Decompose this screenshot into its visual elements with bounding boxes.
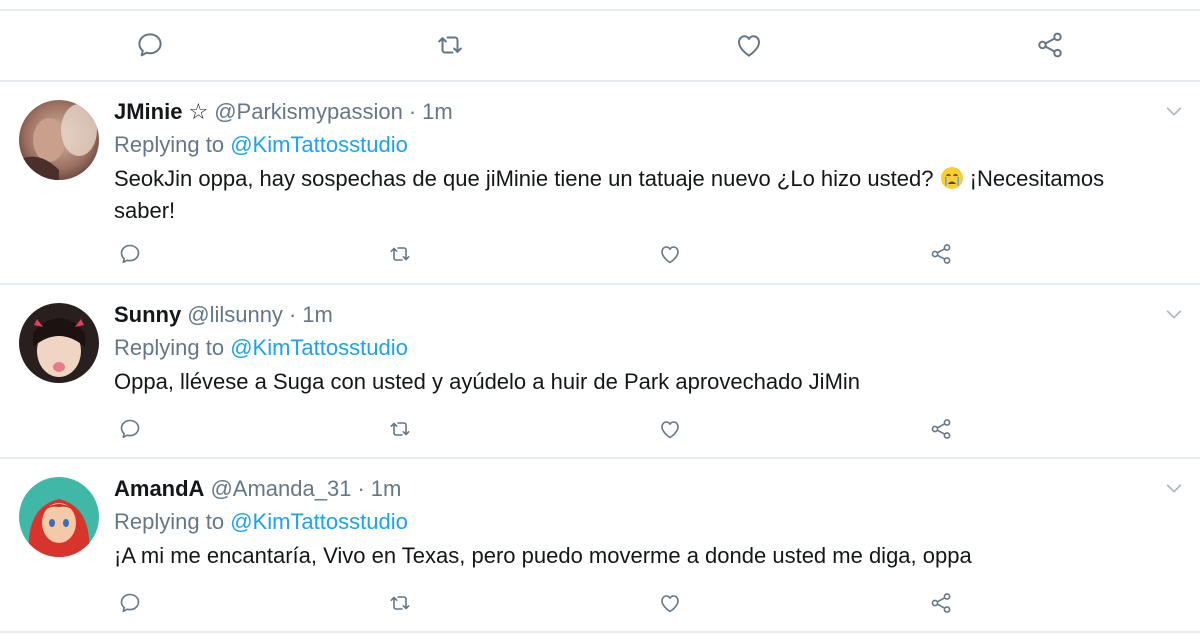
user-handle[interactable]: @lilsunny <box>187 302 283 327</box>
tweet-header: JMinie ☆ @Parkismypassion · 1m <box>114 98 453 126</box>
like-button[interactable] <box>656 415 684 443</box>
retweet-icon <box>438 36 462 54</box>
user-handle[interactable]: @Amanda_31 <box>210 476 351 501</box>
timestamp[interactable]: 1m <box>422 99 453 124</box>
timestamp[interactable]: 1m <box>371 476 402 501</box>
timestamp[interactable]: 1m <box>302 302 333 327</box>
display-name[interactable]: Sunny <box>114 302 181 327</box>
reply-icon <box>120 244 140 264</box>
reply-icon <box>138 33 162 57</box>
retweet-button[interactable] <box>434 29 466 61</box>
retweet-icon <box>390 247 410 261</box>
share-button[interactable] <box>927 240 955 268</box>
replying-label: Replying to <box>114 509 225 534</box>
reply-button[interactable] <box>116 240 144 268</box>
tweet-text: Oppa, llévese a Suga con usted y ayúdelo… <box>114 369 861 394</box>
tweet: Sunny @lilsunny · 1m Replying to @KimTattos… <box>0 285 1200 457</box>
tweet: JMinie ☆ @Parkismypassion · 1m Replying to @… <box>0 82 1200 283</box>
chevron-down-icon[interactable] <box>1163 477 1185 499</box>
display-name[interactable]: JMinie <box>114 99 182 124</box>
tweet-header: Sunny @lilsunny · 1m <box>114 301 333 329</box>
replying-to-link[interactable]: @KimTattosstudio <box>230 132 408 157</box>
retweet-button[interactable] <box>386 415 414 443</box>
replying-to-link[interactable]: @KimTattosstudio <box>230 509 408 534</box>
retweet-button[interactable] <box>386 589 414 617</box>
crying-face-icon <box>940 167 963 189</box>
like-icon <box>661 595 679 613</box>
retweet-icon <box>390 422 410 436</box>
retweet-icon <box>390 596 410 610</box>
reply-icon <box>120 419 140 439</box>
like-button[interactable] <box>656 240 684 268</box>
share-icon <box>931 244 951 264</box>
retweet-button[interactable] <box>386 240 414 268</box>
tweet-text: ¡A mi me encantaría, Vivo en Texas, pero… <box>114 543 972 568</box>
chevron-down-icon[interactable] <box>1163 100 1185 122</box>
user-handle[interactable]: @Parkismypassion <box>214 99 403 124</box>
avatar[interactable] <box>19 303 99 383</box>
star-badge: ☆ <box>188 99 209 124</box>
replying-to: Replying to @KimTattosstudio <box>114 334 408 362</box>
separator: · <box>288 302 297 327</box>
share-button[interactable] <box>927 589 955 617</box>
replying-label: Replying to <box>114 132 225 157</box>
tweet-text-part: SeokJin oppa, hay sospechas de que jiMin… <box>114 166 940 191</box>
display-name[interactable]: AmandA <box>114 476 204 501</box>
reply-button[interactable] <box>134 29 166 61</box>
top-tweet-actions <box>0 11 1200 81</box>
tweet: AmandA @Amanda_31 · 1m Replying to @KimTatt… <box>0 459 1200 631</box>
share-icon <box>931 419 951 439</box>
reply-button[interactable] <box>116 589 144 617</box>
reply-icon <box>120 593 140 613</box>
share-button[interactable] <box>1034 29 1066 61</box>
replying-to: Replying to @KimTattosstudio <box>114 508 408 536</box>
reply-button[interactable] <box>116 415 144 443</box>
share-icon <box>931 593 951 613</box>
separator: · <box>357 476 365 501</box>
like-button[interactable] <box>656 589 684 617</box>
avatar[interactable] <box>19 100 99 180</box>
like-button[interactable] <box>733 29 765 61</box>
share-icon <box>1038 32 1062 58</box>
share-button[interactable] <box>927 415 955 443</box>
like-icon <box>661 421 679 439</box>
tweet-text: SeokJin oppa, hay sospechas de que jiMin… <box>114 163 1164 227</box>
replying-label: Replying to <box>114 335 225 360</box>
replying-to-link[interactable]: @KimTattosstudio <box>230 335 408 360</box>
tweet-header: AmandA @Amanda_31 · 1m <box>114 475 401 503</box>
replying-to: Replying to @KimTattosstudio <box>114 131 408 159</box>
divider <box>0 631 1200 633</box>
like-icon <box>661 246 679 264</box>
chevron-down-icon[interactable] <box>1163 303 1185 325</box>
separator: · <box>408 99 417 124</box>
avatar[interactable] <box>19 477 99 557</box>
like-icon <box>738 35 760 57</box>
